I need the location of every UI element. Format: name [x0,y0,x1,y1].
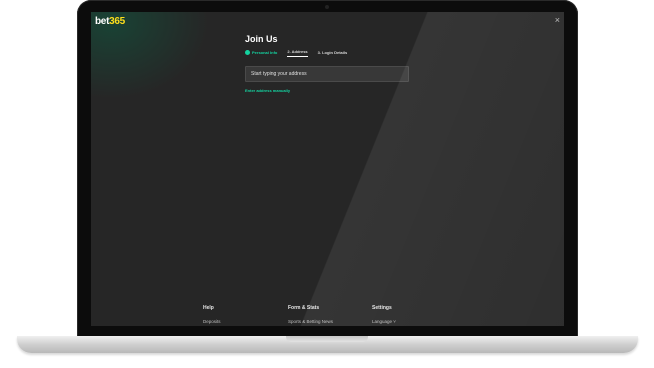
footer-heading: Help [203,305,214,311]
step-address[interactable]: 2. Address [287,49,308,57]
camera [325,5,329,9]
footer-settings: Settings Language ˅ [372,305,396,324]
laptop-notch [286,336,368,342]
step-personal-info[interactable]: Personal Info [245,49,277,57]
footer-link-sports-news[interactable]: Sports & Betting News [288,319,333,324]
footer-link-deposits[interactable]: Deposits [203,319,221,324]
screen: bet365 × Join Us Personal Info 2. Addres… [91,12,564,326]
footer: Help Deposits Form & Stats Sports & Bett… [91,297,564,326]
step-label: 2. Address [287,49,308,54]
close-icon[interactable]: × [555,15,560,25]
footer-heading: Form & Stats [288,305,320,311]
bet365-logo[interactable]: bet365 [95,16,125,27]
address-search-input[interactable] [245,66,409,82]
page-title: Join Us [245,34,278,44]
laptop-base [17,336,638,353]
check-icon [245,49,250,55]
footer-forms: Form & Stats Sports & Betting News [288,305,333,324]
footer-help: Help Deposits [203,305,221,324]
step-label: 3. Login Details [317,49,348,55]
footer-link-language[interactable]: Language ˅ [372,319,396,324]
step-indicator: Personal Info 2. Address 3. Login Detail… [245,49,347,57]
logo-part-2: 365 [109,16,125,27]
step-login-details[interactable]: 3. Login Details [318,49,348,57]
screen-glare [91,12,564,326]
step-label: Personal Info [252,49,278,55]
logo-part-1: bet [95,16,110,27]
footer-heading: Settings [372,305,392,311]
enter-address-manually-link[interactable]: Enter address manually [245,88,290,93]
